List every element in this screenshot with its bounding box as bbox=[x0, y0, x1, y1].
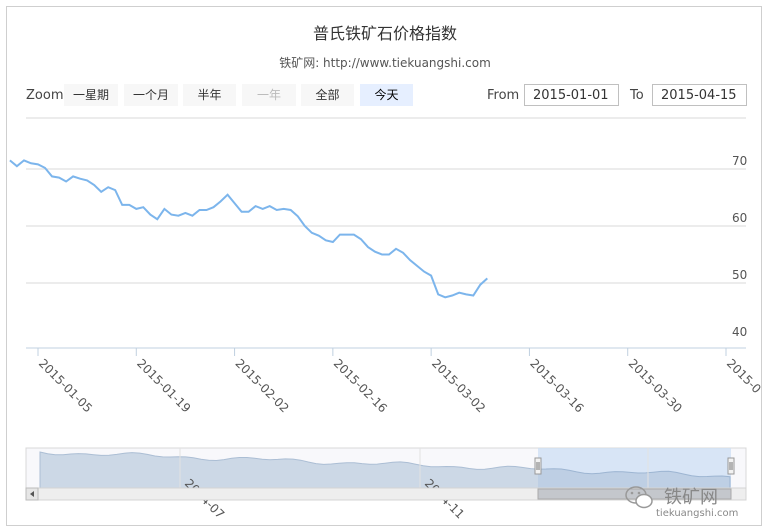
watermark: 铁矿网 tiekuangshi.com bbox=[625, 486, 738, 519]
x-tick-label: 2015-03-30 bbox=[626, 356, 685, 415]
gridlines bbox=[26, 117, 746, 284]
y-tick-label: 40 bbox=[732, 325, 747, 339]
y-tick-label: 50 bbox=[732, 268, 747, 282]
x-tick-label: 2015-01-05 bbox=[36, 356, 95, 415]
x-tick-label: 2015-0 bbox=[724, 356, 764, 396]
wechat-icon bbox=[625, 486, 653, 509]
price-chart: 40506070 2015-01-05 2015-01-19 2015-02-02 2… bbox=[9, 117, 764, 522]
navigator-handle-left[interactable] bbox=[534, 457, 542, 475]
x-tick-label: 2015-02-16 bbox=[331, 356, 390, 415]
x-tick-label: 2015-02-02 bbox=[232, 356, 291, 415]
x-tick-label: 2015-03-02 bbox=[429, 356, 488, 415]
series-line[interactable] bbox=[9, 159, 488, 299]
y-tick-label: 60 bbox=[732, 211, 747, 225]
watermark-text: 铁矿网 bbox=[664, 487, 718, 508]
x-tick-label: 2015-01-19 bbox=[134, 356, 193, 415]
x-tick-label: 2015-03-16 bbox=[527, 356, 586, 415]
navigator-handle-right[interactable] bbox=[727, 457, 735, 475]
x-axis-ticks: 2015-01-05 2015-01-19 2015-02-02 2015-02-16… bbox=[36, 348, 764, 415]
y-tick-label: 70 bbox=[732, 154, 747, 168]
watermark-url: tiekuangshi.com bbox=[656, 508, 738, 519]
y-axis-tick-labels: 40 50 60 70 bbox=[732, 154, 747, 339]
